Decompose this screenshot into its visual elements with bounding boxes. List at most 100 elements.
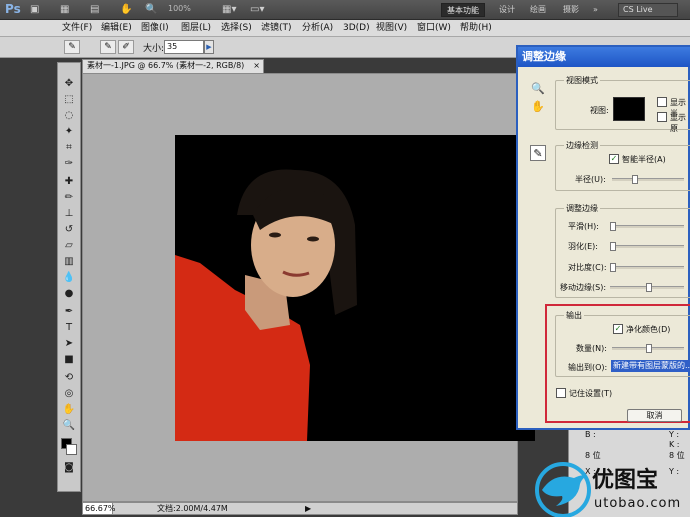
info-y: Y : bbox=[669, 430, 680, 439]
marquee-tool-icon[interactable]: ⬚ bbox=[61, 93, 77, 107]
3d-orbit-icon[interactable]: ◎ bbox=[61, 387, 77, 401]
pen-tool-icon[interactable]: ✒ bbox=[61, 305, 77, 319]
view-mode-selector[interactable] bbox=[613, 97, 645, 121]
menu-3d[interactable]: 3D(D) bbox=[343, 22, 370, 35]
show-radius-checkbox[interactable] bbox=[657, 97, 667, 107]
status-bar: 66.67% 文档:2.00M/4.47M ▶ bbox=[82, 502, 518, 515]
radius-slider[interactable] bbox=[612, 175, 684, 184]
workspace-more[interactable]: » bbox=[588, 3, 603, 17]
erase-refinements-icon[interactable]: ✐ bbox=[118, 40, 134, 54]
radius-slider-thumb[interactable] bbox=[632, 175, 638, 184]
mini-bridge-icon[interactable]: ▦ bbox=[60, 4, 69, 16]
hand-tool-icon[interactable]: ✋ bbox=[61, 403, 77, 417]
menu-bar: 文件(F) 编辑(E) 图像(I) 图层(L) 选择(S) 滤镜(T) 分析(A… bbox=[0, 20, 690, 37]
photo-canvas[interactable] bbox=[175, 135, 535, 441]
feather-slider[interactable] bbox=[610, 242, 684, 251]
document-tab[interactable]: 素材一-1.JPG @ 66.7% (素材一-2, RGB/8) × bbox=[82, 59, 264, 73]
menu-edit[interactable]: 编辑(E) bbox=[101, 22, 132, 35]
3d-rotate-icon[interactable]: ⟲ bbox=[61, 371, 77, 385]
hand-icon[interactable]: ✋ bbox=[530, 99, 546, 115]
brush-tool-icon[interactable]: ✏ bbox=[61, 191, 77, 205]
menu-image[interactable]: 图像(I) bbox=[141, 22, 169, 35]
menu-filter[interactable]: 滤镜(T) bbox=[261, 22, 292, 35]
decontaminate-checkbox[interactable]: ✓ bbox=[613, 324, 623, 334]
shape-tool-icon[interactable]: ■ bbox=[61, 353, 77, 367]
refine-radius-icon[interactable]: ✎ bbox=[530, 145, 546, 161]
workspace-design[interactable]: 设计 bbox=[494, 3, 520, 17]
history-brush-icon[interactable]: ↺ bbox=[61, 223, 77, 237]
decontaminate-label: 净化颜色(D) bbox=[626, 325, 671, 334]
bridge-icon[interactable]: ▣ bbox=[30, 4, 39, 16]
gradient-tool-icon[interactable]: ▥ bbox=[61, 255, 77, 269]
output-to-select[interactable]: 新建带有图层蒙版的... bbox=[611, 360, 690, 372]
info-b: B : bbox=[585, 430, 596, 439]
adjust-edge-title: 调整边缘 bbox=[564, 203, 600, 214]
quick-select-tool-icon[interactable]: ✦ bbox=[61, 125, 77, 139]
healing-tool-icon[interactable]: ✚ bbox=[61, 175, 77, 189]
workspace-photography[interactable]: 摄影 bbox=[558, 3, 584, 17]
status-menu-icon[interactable]: ▶ bbox=[305, 503, 311, 514]
shift-edge-slider[interactable] bbox=[610, 283, 684, 292]
show-original-checkbox[interactable] bbox=[657, 112, 667, 122]
workspace-painting[interactable]: 绘画 bbox=[525, 3, 551, 17]
watermark-url: utobao.com bbox=[594, 496, 682, 511]
app-bar: Ps ▣ ▦ ▤ ✋ 🔍 100% ▦▾ ▭▾ 基本功能 设计 绘画 摄影 » … bbox=[0, 0, 690, 20]
type-tool-icon[interactable]: T bbox=[61, 321, 77, 335]
background-color-swatch[interactable] bbox=[66, 444, 77, 455]
shift-edge-label: 移动边缘(S): bbox=[560, 283, 607, 292]
arrange-documents-icon[interactable]: ▦▾ bbox=[222, 4, 236, 16]
contrast-slider[interactable] bbox=[610, 263, 684, 272]
hand-icon[interactable]: ✋ bbox=[120, 4, 132, 16]
menu-view[interactable]: 视图(V) bbox=[376, 22, 407, 35]
output-to-label: 输出到(O): bbox=[568, 363, 608, 372]
amount-slider-thumb[interactable] bbox=[646, 344, 652, 353]
zoom-tool-icon[interactable]: 🔍 bbox=[145, 4, 157, 16]
blur-tool-icon[interactable]: 💧 bbox=[61, 271, 77, 285]
size-dropdown-icon[interactable]: ▶ bbox=[204, 40, 214, 54]
close-document-icon[interactable]: × bbox=[253, 60, 260, 72]
refine-brush-icon[interactable]: ✎ bbox=[100, 40, 116, 54]
move-tool-icon[interactable]: ✥ bbox=[61, 77, 77, 91]
refine-radius-tool-icon[interactable]: ✎ bbox=[64, 40, 80, 54]
smooth-label: 平滑(H): bbox=[568, 222, 599, 231]
dodge-tool-icon[interactable]: ● bbox=[61, 287, 77, 301]
eyedropper-tool-icon[interactable]: ✑ bbox=[61, 157, 77, 171]
screen-mode-icon[interactable]: ▭▾ bbox=[250, 4, 264, 16]
remember-settings-checkbox[interactable] bbox=[556, 388, 566, 398]
zoom-select[interactable]: 100% bbox=[168, 4, 212, 16]
zoom-tool-icon[interactable]: 🔍 bbox=[61, 419, 77, 433]
menu-analysis[interactable]: 分析(A) bbox=[302, 22, 333, 35]
photoshop-logo: Ps bbox=[5, 2, 21, 16]
workspace-essentials[interactable]: 基本功能 bbox=[441, 3, 485, 17]
crop-tool-icon[interactable]: ⌗ bbox=[61, 141, 77, 155]
quick-mask-icon[interactable]: ◙ bbox=[61, 461, 77, 475]
eraser-tool-icon[interactable]: ▱ bbox=[61, 239, 77, 253]
menu-window[interactable]: 窗口(W) bbox=[417, 22, 451, 35]
contrast-slider-thumb[interactable] bbox=[610, 263, 616, 272]
shift-edge-slider-thumb[interactable] bbox=[646, 283, 652, 292]
menu-select[interactable]: 选择(S) bbox=[221, 22, 252, 35]
extras-icon[interactable]: ▤ bbox=[90, 4, 99, 16]
menu-help[interactable]: 帮助(H) bbox=[460, 22, 492, 35]
smart-radius-checkbox[interactable]: ✓ bbox=[609, 154, 619, 164]
menu-layer[interactable]: 图层(L) bbox=[181, 22, 211, 35]
cs-live-button[interactable]: CS Live bbox=[618, 3, 678, 17]
smooth-slider[interactable] bbox=[610, 222, 684, 231]
menu-file[interactable]: 文件(F) bbox=[62, 22, 92, 35]
lasso-tool-icon[interactable]: ◌ bbox=[61, 109, 77, 123]
bird-logo-icon bbox=[535, 462, 591, 517]
dialog-title: 调整边缘 bbox=[518, 47, 690, 67]
stamp-tool-icon[interactable]: ⊥ bbox=[61, 207, 77, 221]
zoom-level-field[interactable]: 66.67% bbox=[83, 503, 116, 514]
zoom-icon[interactable]: 🔍 bbox=[530, 81, 546, 97]
info-k: K : bbox=[669, 440, 680, 449]
document-size: 文档:2.00M/4.47M bbox=[157, 504, 228, 513]
toolbox: ✥ ⬚ ◌ ✦ ⌗ ✑ ✚ ✏ ⊥ ↺ ▱ ▥ 💧 ● ✒ T ➤ ■ ⟲ ◎ … bbox=[57, 62, 81, 492]
refine-edge-dialog: 调整边缘 🔍 ✋ ✎ 视图模式 视图: 显示半 显示原 边缘检测 ✓ 智能半径(… bbox=[516, 45, 690, 430]
smooth-slider-thumb[interactable] bbox=[610, 222, 616, 231]
cancel-button[interactable]: 取消 bbox=[627, 409, 682, 422]
amount-slider[interactable] bbox=[612, 344, 684, 353]
feather-slider-thumb[interactable] bbox=[610, 242, 616, 251]
size-input[interactable]: 35 bbox=[164, 40, 204, 54]
path-select-icon[interactable]: ➤ bbox=[61, 337, 77, 351]
